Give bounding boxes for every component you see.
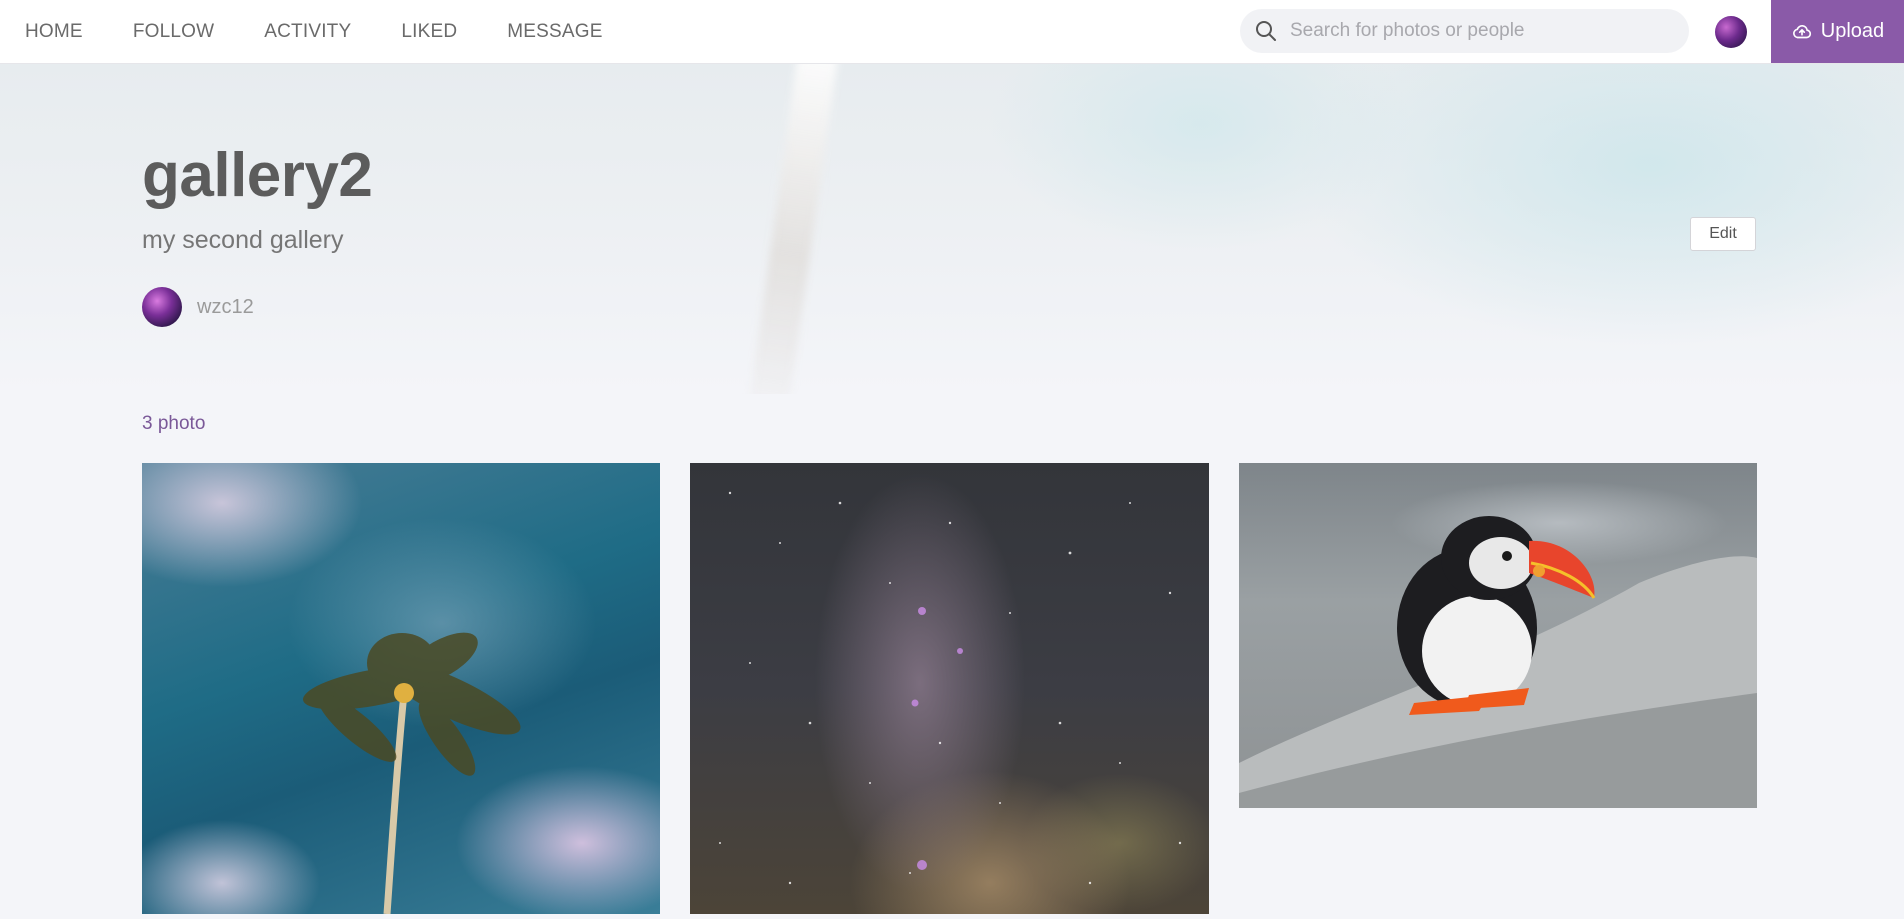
top-navigation-bar: HOME FOLLOW ACTIVITY LIKED MESSAGE Uploa… xyxy=(0,0,1904,64)
nav-home[interactable]: HOME xyxy=(25,21,83,43)
photo-palm-tree[interactable] xyxy=(142,463,660,914)
puffin-image xyxy=(1239,516,1757,808)
edit-button[interactable]: Edit xyxy=(1690,217,1756,251)
nav-liked[interactable]: LIKED xyxy=(401,21,457,43)
photo-count: 3 photo xyxy=(142,413,206,434)
search-input[interactable] xyxy=(1288,19,1672,43)
gallery-description: my second gallery xyxy=(142,226,344,254)
photo-puffin[interactable] xyxy=(1239,463,1757,808)
palm-tree-image xyxy=(302,632,521,914)
search-icon xyxy=(1256,21,1276,41)
hero-background-streak xyxy=(740,64,840,394)
upload-button[interactable]: Upload xyxy=(1771,0,1904,63)
nav-follow[interactable]: FOLLOW xyxy=(133,21,214,43)
gallery-title: gallery2 xyxy=(142,141,373,210)
user-avatar[interactable] xyxy=(1715,16,1747,48)
owner-avatar[interactable] xyxy=(142,287,182,327)
main-nav: HOME FOLLOW ACTIVITY LIKED MESSAGE xyxy=(0,0,628,63)
upload-label: Upload xyxy=(1820,20,1885,42)
owner-username[interactable]: wzc12 xyxy=(197,296,254,319)
milky-way-image xyxy=(719,491,1182,885)
cloud-upload-icon xyxy=(1792,24,1811,38)
nav-activity[interactable]: ACTIVITY xyxy=(264,21,351,43)
photo-milky-way[interactable] xyxy=(690,463,1209,914)
nav-message[interactable]: MESSAGE xyxy=(507,21,602,43)
search-box xyxy=(1240,9,1689,53)
